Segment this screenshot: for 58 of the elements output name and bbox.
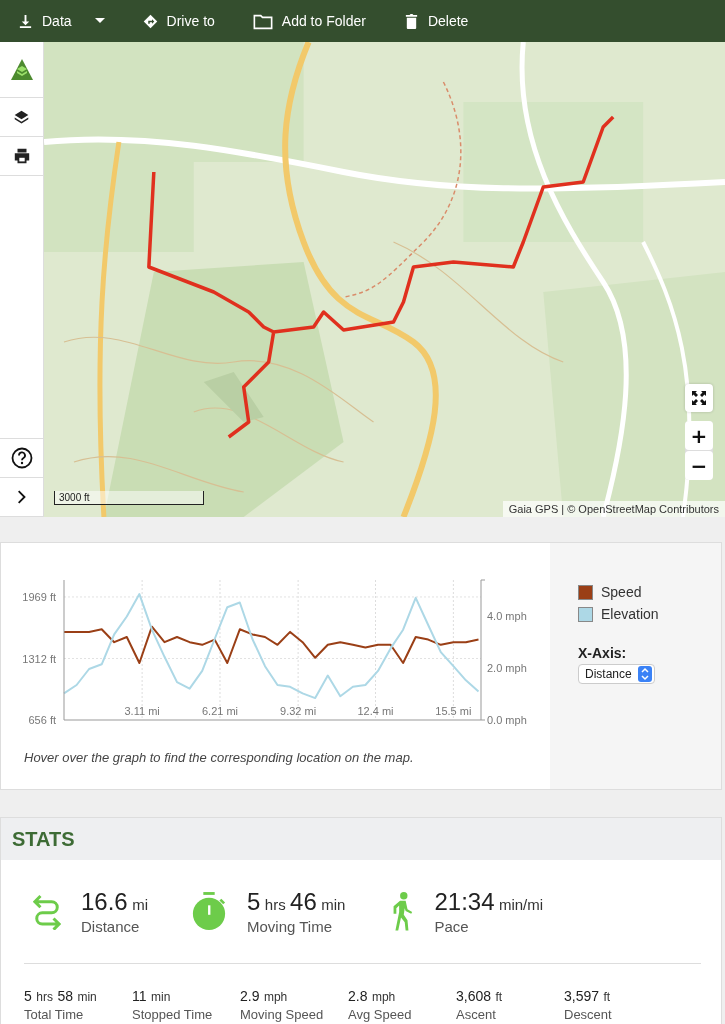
stat-value: 16.6 mi xyxy=(81,887,148,916)
scale-bar: 3000 ft xyxy=(54,491,204,505)
y-tick-label: 2.0 mph xyxy=(487,662,527,675)
toolbar-button[interactable]: Drive to xyxy=(142,12,215,30)
stat-label: Ascent xyxy=(456,1007,497,1022)
zoom-out-button[interactable]: − xyxy=(685,451,713,480)
layers-icon[interactable] xyxy=(13,108,30,126)
map-attribution: Gaia GPS | © OpenStreetMap Contributors xyxy=(502,501,725,517)
print-icon[interactable] xyxy=(12,147,31,165)
stat-value: 2.9 mph xyxy=(240,987,289,1005)
logo-icon[interactable] xyxy=(9,57,34,82)
y-tick-label: 0.0 mph xyxy=(487,714,527,726)
x-tick-label: 15.5 mi xyxy=(435,705,472,717)
stat-value: 3,597 ft xyxy=(564,987,612,1005)
stat-label: Moving Speed xyxy=(240,1007,325,1022)
zoom-in-button[interactable]: + xyxy=(685,421,713,450)
stat-value: 2.8 mph xyxy=(348,987,397,1005)
y-tick-label: 4.0 mph xyxy=(487,610,527,623)
x-tick-label: 3.11 mi xyxy=(124,705,160,717)
download-icon xyxy=(18,12,33,30)
x-tick-label: 9.32 mi xyxy=(280,705,317,717)
fullscreen-icon xyxy=(691,390,707,406)
x-tick-label: 6.21 mi xyxy=(201,705,239,717)
y-tick-label: 656 ft xyxy=(28,714,56,726)
caret-icon xyxy=(94,18,105,24)
toolbar-button[interactable]: Data xyxy=(18,12,105,30)
x-tick-label: 12.4 mi xyxy=(357,705,394,717)
stat-label: Avg Speed xyxy=(348,1007,413,1022)
stepper-icon xyxy=(637,666,652,682)
toolbar-button[interactable]: Delete xyxy=(403,12,469,30)
arrows-icon xyxy=(33,892,61,930)
stat-value: 5 hrs 58 min xyxy=(24,987,98,1005)
toolbar-button[interactable]: Add to Folder xyxy=(252,12,366,30)
fullscreen-button[interactable] xyxy=(685,384,713,412)
folder-icon xyxy=(252,12,273,30)
stat-label: Total Time xyxy=(24,1007,85,1022)
y-tick-label: 1969 ft xyxy=(22,590,56,603)
stat-value: 5 hrs 46 min xyxy=(247,887,346,916)
stats-heading: STATS xyxy=(12,827,75,851)
x-axis-label: X-Axis: xyxy=(578,645,628,661)
stat-value: 21:34 min/mi xyxy=(434,887,544,916)
stat-label: Stopped Time xyxy=(132,1007,214,1022)
legend-label: Speed xyxy=(601,584,642,600)
x-axis-select[interactable]: Distance xyxy=(578,664,655,684)
chevron-right-icon[interactable] xyxy=(16,490,27,504)
chart-hint: Hover over the graph to find the corresponding location on the map. xyxy=(24,750,415,765)
y-tick-label: 1312 ft xyxy=(22,652,56,665)
stopwatch-icon xyxy=(191,891,227,931)
stat-label: Descent xyxy=(564,1007,613,1022)
stat-value: 11 min xyxy=(132,987,172,1005)
stat-label: Moving Time xyxy=(247,917,334,935)
stat-value: 3,608 ft xyxy=(456,987,504,1005)
trash-icon xyxy=(403,12,419,30)
legend-label: Elevation xyxy=(601,606,659,622)
directions-icon xyxy=(142,12,158,30)
stat-label: Pace xyxy=(434,917,470,935)
stat-label: Distance xyxy=(81,917,141,935)
help-icon[interactable] xyxy=(10,447,33,469)
